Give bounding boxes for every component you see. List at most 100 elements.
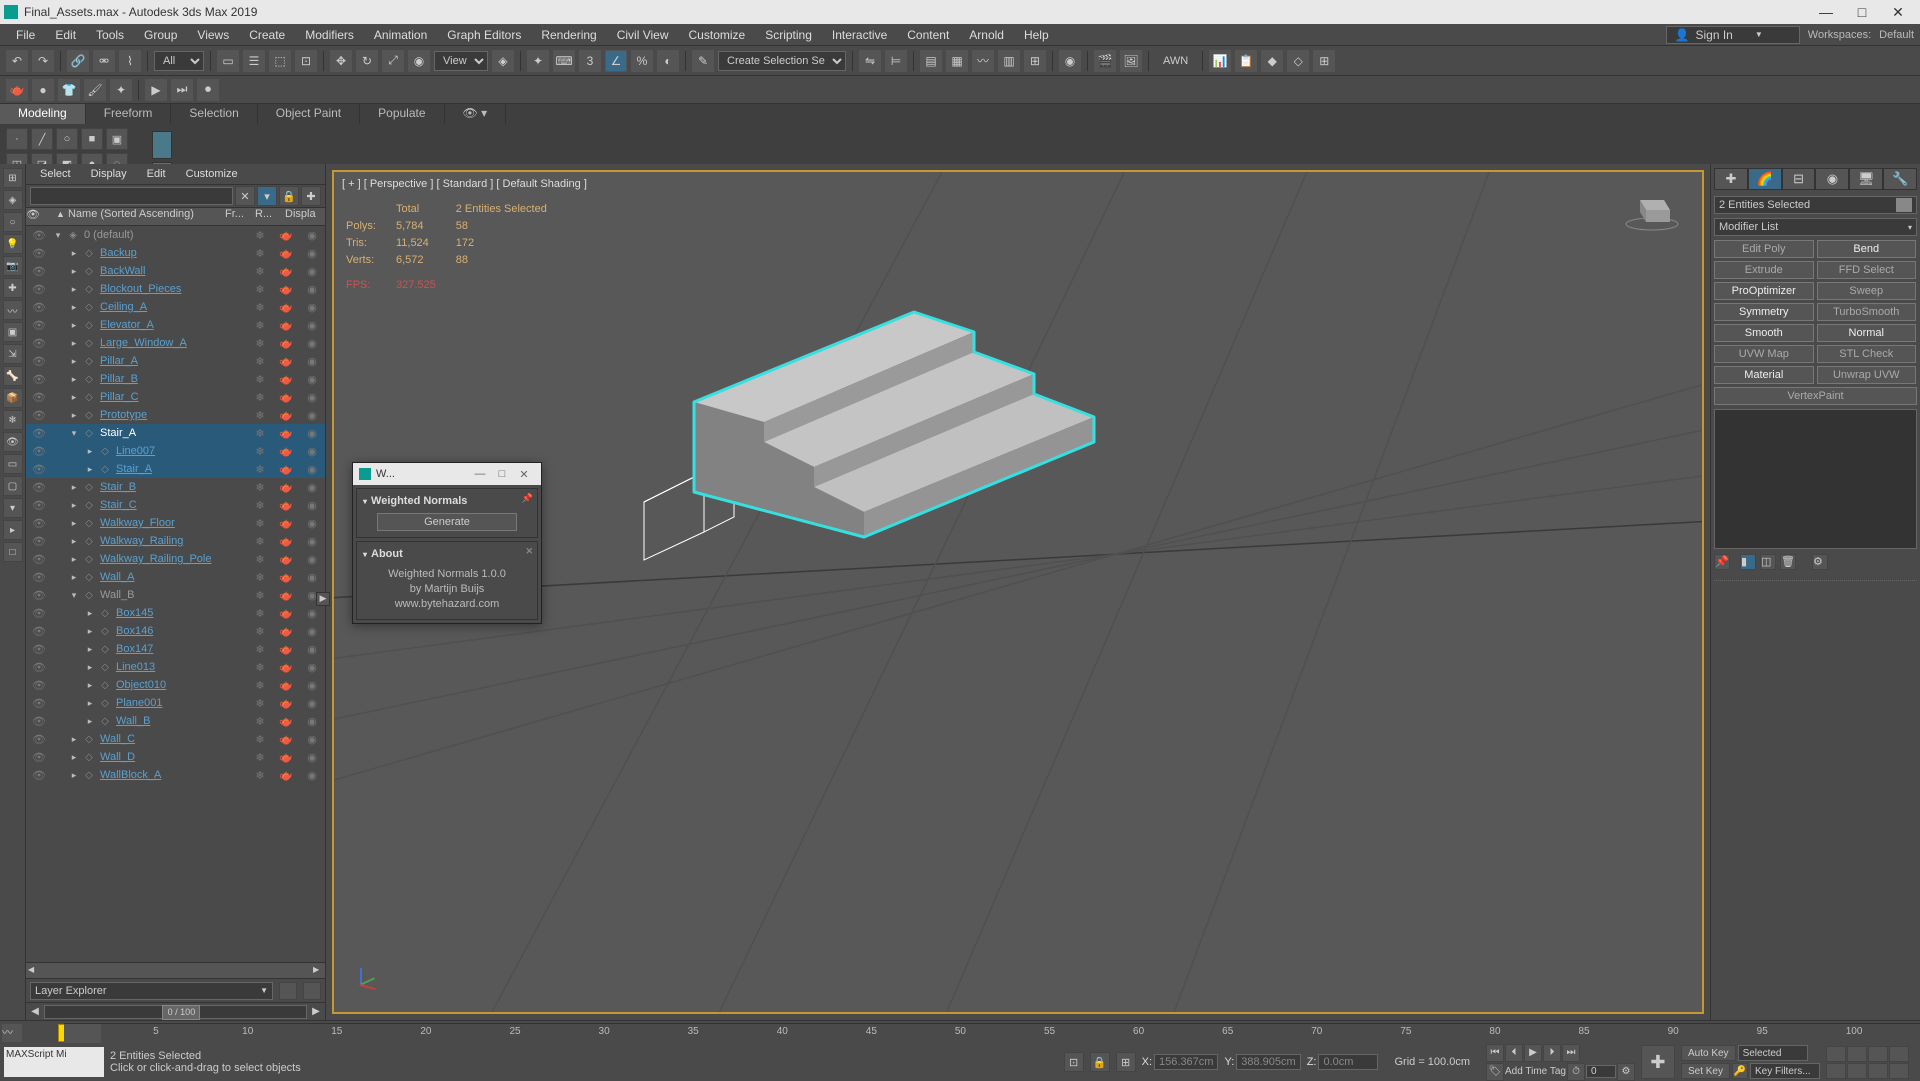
viewport-canvas[interactable]: [ + ] [ Perspective ] [ Standard ] [ Def…	[332, 170, 1704, 1014]
ribbon-tab-modeling[interactable]: Modeling	[0, 104, 86, 124]
dialog-section-title[interactable]: Weighted Normals📌	[361, 493, 533, 511]
menu-content[interactable]: Content	[897, 24, 959, 46]
remove-modifier-icon[interactable]: 🗑	[1780, 554, 1796, 570]
material-editor-button[interactable]: ◉	[1059, 50, 1081, 72]
goto-end-button[interactable]: ⏭	[1562, 1044, 1580, 1062]
filter-helper-icon[interactable]: ✚	[3, 278, 23, 298]
tool-icon-1[interactable]: 📊	[1209, 50, 1231, 72]
explorer-mode-dropdown[interactable]: Layer Explorer▼	[30, 982, 273, 1000]
filter-extra-1-icon[interactable]: ▭	[3, 454, 23, 474]
layer-explorer-button[interactable]: ▦	[946, 50, 968, 72]
view-cube[interactable]	[1622, 182, 1682, 232]
sphere-icon[interactable]: ●	[32, 79, 54, 101]
brush-icon[interactable]: 🖌	[84, 79, 106, 101]
dialog-about-title[interactable]: About✕	[361, 546, 533, 564]
curve-editor-button[interactable]: 〰	[972, 50, 994, 72]
filter-funnel-icon[interactable]: ▾	[3, 498, 23, 518]
edge-mode-icon[interactable]: ╱	[31, 128, 53, 150]
slider-left-icon[interactable]: ◀	[26, 1006, 44, 1017]
scene-row[interactable]: 👁▸◇Wall_D❄🫖◉	[26, 748, 325, 766]
transform-type-icon[interactable]: ⊞	[1116, 1052, 1136, 1072]
zoom-extents-icon[interactable]	[1868, 1046, 1888, 1062]
scene-row[interactable]: 👁▾◇Wall_B❄🫖◉	[26, 586, 325, 604]
filter-extra-3-icon[interactable]: □	[3, 542, 23, 562]
isolate-icon[interactable]: ⊡	[1064, 1052, 1084, 1072]
filter-space-warp-icon[interactable]: 〰	[3, 300, 23, 320]
scene-row[interactable]: 👁▸◇Wall_A❄🫖◉	[26, 568, 325, 586]
modifier-material[interactable]: Material	[1714, 366, 1814, 384]
menu-customize[interactable]: Customize	[679, 24, 756, 46]
ribbon-tab-selection[interactable]: Selection	[171, 104, 257, 124]
filter-light-icon[interactable]: 💡	[3, 234, 23, 254]
motion-tab-icon[interactable]: ◉	[1815, 168, 1849, 190]
ref-coord-dropdown[interactable]: View	[434, 51, 488, 71]
filter-geometry-icon[interactable]: ◈	[3, 190, 23, 210]
goto-start-button[interactable]: ⏮	[1486, 1044, 1504, 1062]
undo-button[interactable]: ↶	[6, 50, 28, 72]
filter-extra-2-icon[interactable]: ▢	[3, 476, 23, 496]
filter-hidden-icon[interactable]: 👁	[3, 432, 23, 452]
weighted-normals-dialog[interactable]: W... — □ ✕ Weighted Normals📌 Generate Ab…	[352, 462, 542, 624]
scene-row[interactable]: 👁▸◇Plane001❄🫖◉	[26, 694, 325, 712]
generate-button[interactable]: Generate	[377, 513, 517, 531]
scene-menu-display[interactable]: Display	[81, 168, 137, 180]
modifier-symmetry[interactable]: Symmetry	[1714, 303, 1814, 321]
scene-row[interactable]: 👁▸◇BackWall❄🫖◉	[26, 262, 325, 280]
menu-file[interactable]: File	[6, 24, 45, 46]
play-icon[interactable]: ▶	[145, 79, 167, 101]
object-name-field[interactable]: 2 Entities Selected	[1714, 196, 1917, 214]
key-mode-dropdown[interactable]: Selected	[1738, 1045, 1808, 1061]
ribbon-tab-object-paint[interactable]: Object Paint	[258, 104, 360, 124]
vertex-mode-icon[interactable]: ·	[6, 128, 28, 150]
coord-y-field[interactable]: 388.905cm	[1236, 1054, 1300, 1070]
filter-xref-icon[interactable]: ⇲	[3, 344, 23, 364]
minimize-button[interactable]: —	[1808, 1, 1844, 23]
filter-shape-icon[interactable]: ○	[3, 212, 23, 232]
pan-icon[interactable]	[1826, 1046, 1846, 1062]
named-selection-set[interactable]: Create Selection Se	[718, 51, 846, 71]
scene-row[interactable]: 👁▸◇Line007❄🫖◉	[26, 442, 325, 460]
menu-graph-editors[interactable]: Graph Editors	[437, 24, 531, 46]
scene-hdr-display[interactable]: Displa	[285, 208, 325, 225]
scene-row[interactable]: 👁▸◇Prototype❄🫖◉	[26, 406, 325, 424]
element-mode-icon[interactable]: ▣	[106, 128, 128, 150]
menu-animation[interactable]: Animation	[364, 24, 437, 46]
auto-key-button[interactable]: Auto Key	[1681, 1045, 1736, 1061]
poly-mode-icon[interactable]: ■	[81, 128, 103, 150]
scene-row[interactable]: 👁▸◇Box145❄🫖◉	[26, 604, 325, 622]
tool-icon-5[interactable]: ⊞	[1313, 50, 1335, 72]
workspace-value[interactable]: Default	[1879, 29, 1914, 41]
menu-edit[interactable]: Edit	[45, 24, 86, 46]
scene-hdr-frozen[interactable]: Fr...	[225, 208, 255, 225]
sign-in-button[interactable]: 👤 Sign In ▼	[1666, 26, 1800, 44]
redo-button[interactable]: ↷	[32, 50, 54, 72]
scene-search-input[interactable]	[30, 187, 233, 205]
set-key-button[interactable]: Set Key	[1681, 1063, 1730, 1079]
pin-icon[interactable]: 📌	[522, 493, 533, 504]
about-close-icon[interactable]: ✕	[525, 546, 533, 557]
scene-footer-btn1[interactable]	[279, 982, 297, 1000]
modifier-smooth[interactable]: Smooth	[1714, 324, 1814, 342]
schematic-button[interactable]: ⊞	[1024, 50, 1046, 72]
scale-button[interactable]: ⤢	[382, 50, 404, 72]
placement-button[interactable]: ◉	[408, 50, 430, 72]
pin-stack-icon[interactable]: 📌	[1714, 554, 1730, 570]
scene-menu-customize[interactable]: Customize	[176, 168, 248, 180]
modifier-extrude[interactable]: Extrude	[1714, 261, 1814, 279]
filter-frozen-icon[interactable]: ❄	[3, 410, 23, 430]
walk-icon[interactable]	[1889, 1063, 1909, 1079]
named-sel-button[interactable]: ✎	[692, 50, 714, 72]
max-toggle-icon[interactable]	[1868, 1063, 1888, 1079]
filter-all-icon[interactable]: ⊞	[3, 168, 23, 188]
scene-filter-icon[interactable]: ▾	[257, 186, 277, 206]
modifier-edit-poly[interactable]: Edit Poly	[1714, 240, 1814, 258]
zoom-icon[interactable]	[1847, 1046, 1867, 1062]
scene-list[interactable]: 👁▾◈0 (default)❄🫖◉👁▸◇Backup❄🫖◉👁▸◇BackWall…	[26, 226, 325, 962]
scene-row[interactable]: 👁▸◇Walkway_Railing_Pole❄🫖◉	[26, 550, 325, 568]
menu-tools[interactable]: Tools	[86, 24, 134, 46]
selection-filter[interactable]: All	[154, 51, 204, 71]
snap-toggle-button[interactable]: 3	[579, 50, 601, 72]
time-config-button[interactable]: ⚙	[1617, 1063, 1635, 1081]
slider-knob[interactable]: 0 / 100	[162, 1005, 200, 1020]
tool-icon-2[interactable]: 📋	[1235, 50, 1257, 72]
